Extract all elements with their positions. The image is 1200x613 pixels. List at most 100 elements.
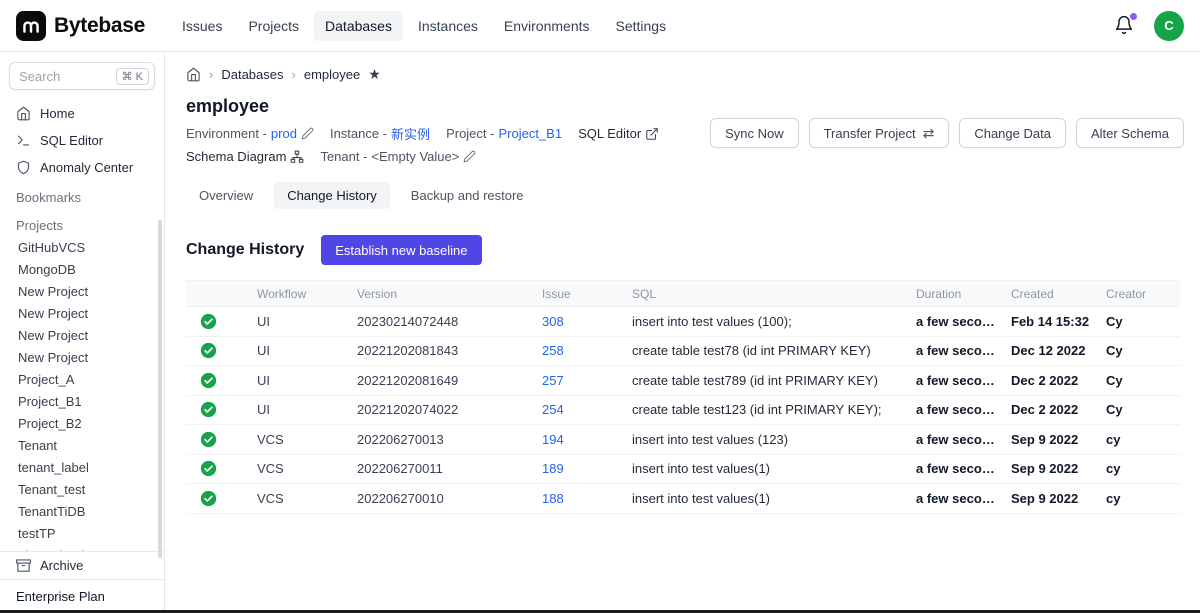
sidebar-project-item[interactable]: Tenant_test — [0, 479, 164, 501]
status-cell — [186, 342, 241, 359]
transfer-project-label: Transfer Project — [824, 126, 916, 141]
sidebar-item-home[interactable]: Home — [0, 100, 164, 127]
duration-cell: a few seconds — [900, 461, 995, 476]
tenant-meta: Tenant - <Empty Value> — [320, 149, 476, 164]
schema-diagram-shortcut[interactable]: Schema Diagram — [186, 149, 304, 164]
top-nav-item[interactable]: Projects — [237, 11, 310, 41]
tenant-label: Tenant - — [320, 149, 367, 164]
issue-cell: 254 — [526, 402, 616, 417]
tab-backup-restore[interactable]: Backup and restore — [398, 182, 537, 209]
external-link-icon — [645, 127, 659, 141]
check-circle-icon — [200, 401, 217, 418]
breadcrumb-databases[interactable]: Databases — [221, 67, 283, 82]
home-icon[interactable] — [186, 67, 201, 82]
issue-link[interactable]: 254 — [542, 402, 564, 417]
top-nav-item[interactable]: Databases — [314, 11, 403, 41]
search-input[interactable] — [19, 69, 116, 84]
sql-cell: create table test78 (id int PRIMARY KEY) — [616, 343, 900, 358]
star-icon[interactable]: ★ — [368, 66, 381, 83]
tab-change-history[interactable]: Change History — [274, 182, 390, 209]
workflow-cell: VCS — [241, 461, 341, 476]
issue-link[interactable]: 257 — [542, 373, 564, 388]
top-nav: Issues Projects Databases Instances Envi… — [171, 11, 677, 41]
transfer-project-button[interactable]: Transfer Project ⇄ — [809, 118, 950, 148]
created-cell: Sep 9 2022 — [995, 461, 1090, 476]
table-row[interactable]: UI 20221202081843 258 create table test7… — [186, 337, 1180, 367]
issue-cell: 188 — [526, 491, 616, 506]
table-row[interactable]: UI 20221202074022 254 create table test1… — [186, 396, 1180, 426]
brand[interactable]: Bytebase — [16, 11, 145, 41]
status-cell — [186, 460, 241, 477]
sidebar-project-item[interactable]: Project_B1 — [0, 391, 164, 413]
table-row[interactable]: UI 20230214072448 308 insert into test v… — [186, 307, 1180, 337]
creator-cell: cy — [1090, 432, 1180, 447]
workflow-cell: UI — [241, 402, 341, 417]
sidebar-project-item[interactable]: GitHubVCS — [0, 237, 164, 259]
top-nav-item[interactable]: Settings — [605, 11, 678, 41]
sidebar-project-item[interactable]: testTP — [0, 523, 164, 545]
sidebar-project-item[interactable]: Project_B2 — [0, 413, 164, 435]
instance-link[interactable]: 新实例 — [391, 124, 430, 143]
sql-editor-shortcut[interactable]: SQL Editor — [578, 126, 659, 141]
issue-link[interactable]: 258 — [542, 343, 564, 358]
issue-link[interactable]: 308 — [542, 314, 564, 329]
archive-icon — [16, 558, 31, 573]
sql-cell: insert into test values (123) — [616, 432, 900, 447]
establish-baseline-button[interactable]: Establish new baseline — [321, 235, 481, 265]
breadcrumb-employee[interactable]: employee — [304, 67, 360, 82]
sidebar-project-item[interactable]: MongoDB — [0, 259, 164, 281]
sidebar-project-item[interactable]: New Project — [0, 303, 164, 325]
sidebar-project-item[interactable]: New Project — [0, 281, 164, 303]
top-navbar: Bytebase Issues Projects Databases Insta… — [0, 0, 1200, 52]
top-nav-item[interactable]: Issues — [171, 11, 233, 41]
sidebar-item-archive[interactable]: Archive — [0, 552, 164, 579]
edit-environment-icon[interactable] — [301, 127, 314, 140]
workflow-cell: VCS — [241, 491, 341, 506]
created-cell: Sep 9 2022 — [995, 491, 1090, 506]
projects-section-label: Projects — [0, 209, 164, 237]
sidebar-project-item[interactable]: Tenant — [0, 435, 164, 457]
sidebar-item-label: Home — [40, 106, 75, 121]
sidebar-item-anomaly-center[interactable]: Anomaly Center — [0, 154, 164, 181]
edit-tenant-icon[interactable] — [463, 150, 476, 163]
check-circle-icon — [200, 431, 217, 448]
check-circle-icon — [200, 490, 217, 507]
created-cell: Dec 12 2022 — [995, 343, 1090, 358]
status-cell — [186, 490, 241, 507]
search-box[interactable]: ⌘ K — [9, 62, 155, 90]
project-link[interactable]: Project_B1 — [498, 126, 562, 141]
sql-editor-label: SQL Editor — [578, 126, 641, 141]
instance-meta: Instance - 新实例 — [330, 124, 430, 143]
change-data-button[interactable]: Change Data — [959, 118, 1066, 148]
top-nav-item[interactable]: Instances — [407, 11, 489, 41]
issue-link[interactable]: 194 — [542, 432, 564, 447]
table-row[interactable]: VCS 202206270011 189 insert into test va… — [186, 455, 1180, 485]
notifications-button[interactable] — [1114, 15, 1136, 37]
sidebar-project-item[interactable]: Project_A — [0, 369, 164, 391]
table-row[interactable]: UI 20221202081649 257 create table test7… — [186, 366, 1180, 396]
sidebar-project-item[interactable]: TenantTiDB — [0, 501, 164, 523]
sidebar-project-item[interactable]: tenant_label — [0, 457, 164, 479]
environment-label: Environment - — [186, 126, 267, 141]
home-icon — [16, 106, 31, 121]
issue-cell: 194 — [526, 432, 616, 447]
tab-overview[interactable]: Overview — [186, 182, 266, 209]
duration-cell: a few seconds — [900, 314, 995, 329]
top-nav-item[interactable]: Environments — [493, 11, 601, 41]
avatar[interactable]: C — [1154, 11, 1184, 41]
workflow-cell: VCS — [241, 432, 341, 447]
table-row[interactable]: VCS 202206270013 194 insert into test va… — [186, 425, 1180, 455]
sidebar: ⌘ K Home SQL Editor Anomaly Center — [0, 52, 165, 613]
sidebar-item-sql-editor[interactable]: SQL Editor — [0, 127, 164, 154]
table-row[interactable]: VCS 202206270010 188 insert into test va… — [186, 484, 1180, 514]
environment-link[interactable]: prod — [271, 126, 297, 141]
sidebar-project-item[interactable]: New Project — [0, 325, 164, 347]
issue-link[interactable]: 189 — [542, 461, 564, 476]
sidebar-scrollbar[interactable] — [158, 220, 162, 558]
issue-link[interactable]: 188 — [542, 491, 564, 506]
status-cell — [186, 431, 241, 448]
alter-schema-button[interactable]: Alter Schema — [1076, 118, 1184, 148]
sidebar-project-item[interactable]: New Project — [0, 347, 164, 369]
sync-now-button[interactable]: Sync Now — [710, 118, 799, 148]
sql-cell: insert into test values(1) — [616, 491, 900, 506]
